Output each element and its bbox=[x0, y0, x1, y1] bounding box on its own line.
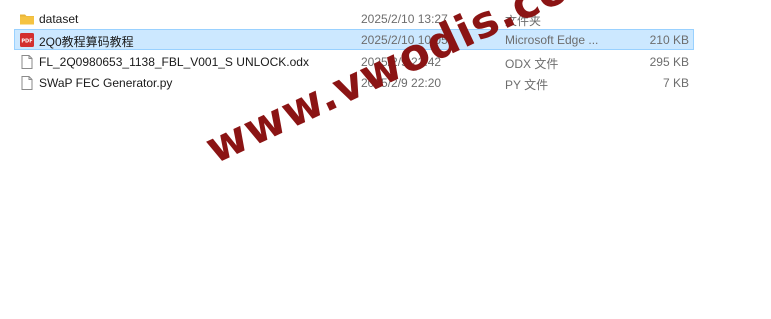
file-type: ODX 文件 bbox=[505, 57, 559, 71]
document-icon bbox=[19, 75, 35, 91]
file-size: 7 KB bbox=[662, 76, 689, 90]
file-size: 210 KB bbox=[649, 33, 689, 47]
file-type: PY 文件 bbox=[505, 78, 549, 92]
pdf-icon: PDF bbox=[19, 32, 35, 48]
file-type: Microsoft Edge ... bbox=[505, 33, 599, 47]
file-row-dataset[interactable]: dataset 2025/2/10 13:27 文件夹 bbox=[14, 8, 694, 29]
file-row-pdf[interactable]: PDF 2Q0教程算码教程 2025/2/10 10:05 Microsoft … bbox=[14, 29, 694, 50]
file-name: SWaP FEC Generator.py bbox=[39, 76, 173, 90]
file-name: FL_2Q0980653_1138_FBL_V001_S UNLOCK.odx bbox=[39, 55, 309, 69]
document-icon bbox=[19, 54, 35, 70]
file-name: dataset bbox=[39, 12, 79, 26]
file-name: 2Q0教程算码教程 bbox=[39, 35, 134, 49]
svg-text:PDF: PDF bbox=[21, 39, 32, 45]
file-list: dataset 2025/2/10 13:27 文件夹 PDF 2Q0教程算码教… bbox=[0, 0, 771, 319]
file-size: 295 KB bbox=[649, 55, 689, 69]
folder-icon bbox=[19, 11, 35, 27]
